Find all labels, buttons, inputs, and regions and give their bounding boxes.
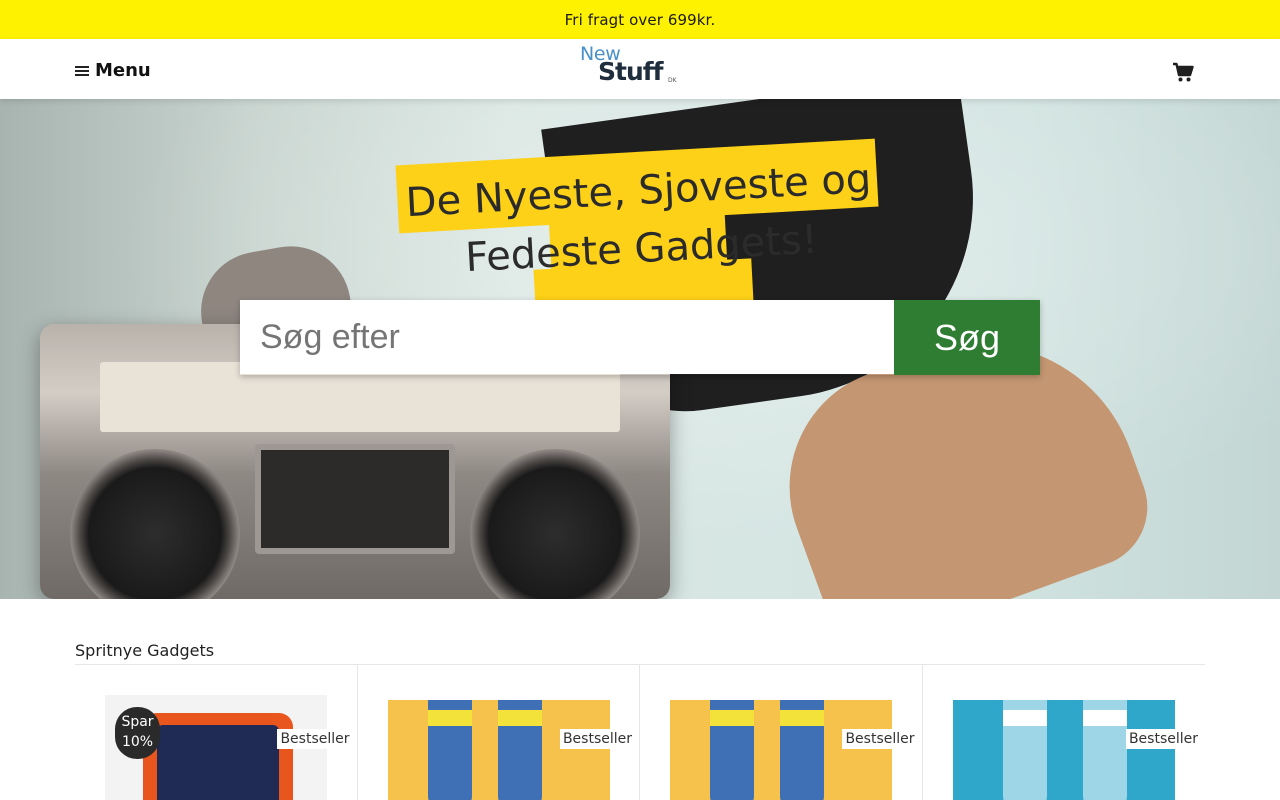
search-button[interactable]: Søg (894, 300, 1040, 375)
product-grid: Spar 10% Bestseller Bestseller Bestselle… (75, 665, 1205, 800)
bestseller-badge: Bestseller (277, 729, 353, 749)
discount-badge: Spar 10% (115, 707, 160, 759)
free-shipping-banner: Fri fragt over 699kr. (0, 0, 1280, 39)
solar-panel (157, 725, 279, 800)
sock-shape (1082, 700, 1127, 800)
product-image-socks[interactable] (670, 700, 892, 800)
menu-label: Menu (95, 59, 151, 81)
logo-suffix: DK (668, 77, 677, 84)
cart-icon (1173, 62, 1194, 82)
sock-shape (1002, 700, 1047, 800)
hero-headline-text: De Nyeste, Sjoveste og Fedeste Gadgets! (404, 155, 873, 282)
banner-text: Fri fragt over 699kr. (564, 10, 716, 29)
cart-button[interactable] (1172, 61, 1194, 83)
boombox-speaker-left (70, 449, 240, 599)
bestseller-badge: Bestseller (1125, 729, 1201, 749)
product-card[interactable]: Bestseller (923, 665, 1206, 800)
hero-headline: De Nyeste, Sjoveste og Fedeste Gadgets! (360, 134, 920, 332)
site-header: Menu New Stuff DK (0, 39, 1280, 99)
hero-banner: De Nyeste, Sjoveste og Fedeste Gadgets! … (0, 99, 1280, 599)
menu-button[interactable]: Menu (75, 58, 151, 82)
sock-shape (427, 700, 472, 800)
product-card[interactable]: Bestseller (640, 665, 923, 800)
hero-search-bar: Søg (240, 300, 1040, 375)
product-image-socks[interactable] (387, 700, 610, 800)
section-title: Spritnye Gadgets (75, 641, 215, 660)
bestseller-badge: Bestseller (559, 729, 635, 749)
search-input[interactable] (240, 300, 894, 374)
boombox-cassette (255, 444, 455, 554)
sock-shape (710, 700, 754, 800)
bestseller-badge: Bestseller (842, 729, 918, 749)
product-card[interactable]: Spar 10% Bestseller (75, 665, 358, 800)
site-logo[interactable]: New Stuff DK (578, 41, 682, 91)
product-card[interactable]: Bestseller (358, 665, 640, 800)
boombox-speaker-right (470, 449, 640, 599)
product-image-socks[interactable] (952, 700, 1175, 800)
hamburger-icon (75, 66, 91, 78)
logo-stuff-text: Stuff (598, 57, 664, 86)
sock-shape (780, 700, 824, 800)
sock-shape (497, 700, 542, 800)
